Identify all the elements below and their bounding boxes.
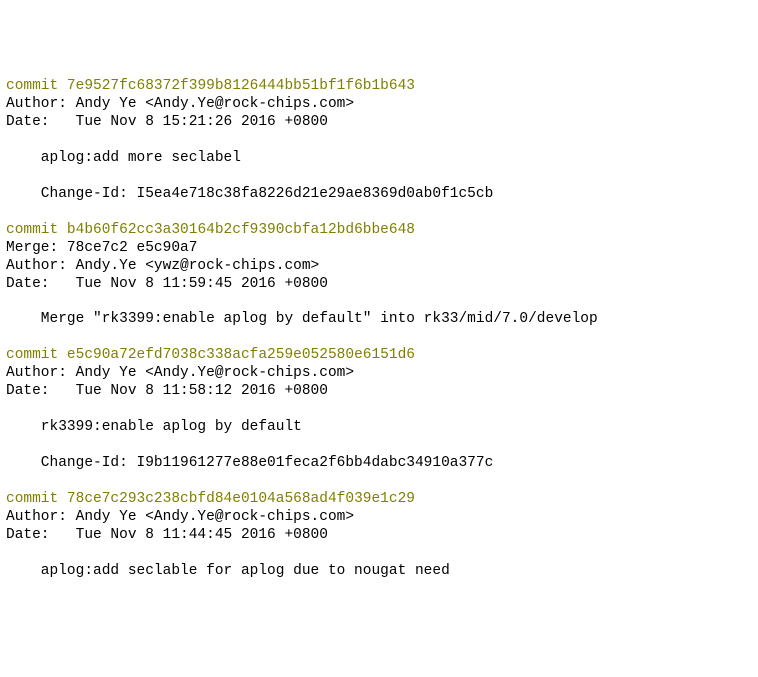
commit-header-line: Date: Tue Nov 8 15:21:26 2016 +0800 [6, 114, 328, 130]
commit-label: commit [6, 222, 67, 238]
commit-body-line: Change-Id: I5ea4e718c38fa8226d21e29ae836… [6, 186, 493, 202]
commit-body-line: aplog:add more seclabel [6, 150, 241, 166]
commit-body-line: rk3399:enable aplog by default [6, 419, 302, 435]
commit-header-line: Author: Andy Ye <Andy.Ye@rock-chips.com> [6, 365, 354, 381]
commit-label: commit [6, 78, 67, 94]
commit-hash: 78ce7c293c238cbfd84e0104a568ad4f039e1c29 [67, 491, 415, 507]
commit-header-line: Author: Andy.Ye <ywz@rock-chips.com> [6, 258, 319, 274]
commit-header-line: Author: Andy Ye <Andy.Ye@rock-chips.com> [6, 96, 354, 112]
commit-hash: e5c90a72efd7038c338acfa259e052580e6151d6 [67, 347, 415, 363]
commit-header-line: Date: Tue Nov 8 11:44:45 2016 +0800 [6, 527, 328, 543]
commit-header-line: Date: Tue Nov 8 11:59:45 2016 +0800 [6, 276, 328, 292]
commit-label: commit [6, 491, 67, 507]
commit-body-line: Change-Id: I9b11961277e88e01feca2f6bb4da… [6, 455, 493, 471]
commit-hash: 7e9527fc68372f399b8126444bb51bf1f6b1b643 [67, 78, 415, 94]
commit-header-line: Date: Tue Nov 8 11:58:12 2016 +0800 [6, 383, 328, 399]
git-log-output: commit 7e9527fc68372f399b8126444bb51bf1f… [6, 78, 752, 581]
commit-label: commit [6, 347, 67, 363]
commit-body-line: aplog:add seclable for aplog due to noug… [6, 563, 450, 579]
commit-header-line: Author: Andy Ye <Andy.Ye@rock-chips.com> [6, 509, 354, 525]
commit-body-line: Merge "rk3399:enable aplog by default" i… [6, 311, 598, 327]
commit-hash: b4b60f62cc3a30164b2cf9390cbfa12bd6bbe648 [67, 222, 415, 238]
commit-header-line: Merge: 78ce7c2 e5c90a7 [6, 240, 197, 256]
